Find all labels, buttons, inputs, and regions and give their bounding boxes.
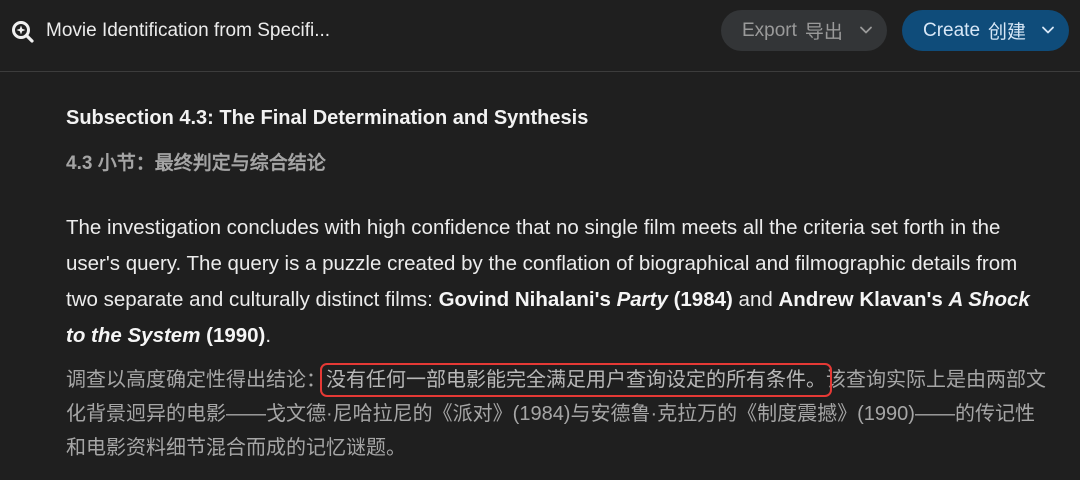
create-button[interactable]: Create 创建 xyxy=(902,10,1069,51)
section-heading: Subsection 4.3: The Final Determination … xyxy=(66,107,589,129)
highlighted-conclusion: 没有任何一部电影能完全满足用户查询设定的所有条件。 xyxy=(320,363,832,397)
export-label-cn: 导出 xyxy=(804,22,843,43)
section-heading-cn: 4.3 小节：最终判定与综合结论 xyxy=(66,153,326,174)
export-label: Export xyxy=(742,19,797,41)
document-title[interactable]: Movie Identification from Specifi... xyxy=(46,18,330,44)
chevron-down-icon xyxy=(860,26,872,34)
create-label: Create xyxy=(923,19,981,41)
create-label-cn: 创建 xyxy=(988,22,1027,43)
film-title-1: Party xyxy=(616,288,668,311)
para-text: . xyxy=(265,324,272,347)
export-button[interactable]: Export 导出 xyxy=(721,10,887,51)
para-cn-prefix: 调查以高度确定性得出结论： xyxy=(66,369,326,391)
film-director-1: Govind Nihalani's Party (1984) xyxy=(438,288,733,311)
paragraph-en: The investigation concludes with high co… xyxy=(66,210,1046,354)
para-text: and xyxy=(732,288,779,311)
paragraph-cn: 调查以高度确定性得出结论：没有任何一部电影能完全满足用户查询设定的所有条件。该查… xyxy=(66,363,1046,465)
search-spark-icon[interactable] xyxy=(10,18,36,44)
chevron-down-icon xyxy=(1042,26,1054,34)
top-bar: Movie Identification from Specifi... Exp… xyxy=(0,0,1080,72)
